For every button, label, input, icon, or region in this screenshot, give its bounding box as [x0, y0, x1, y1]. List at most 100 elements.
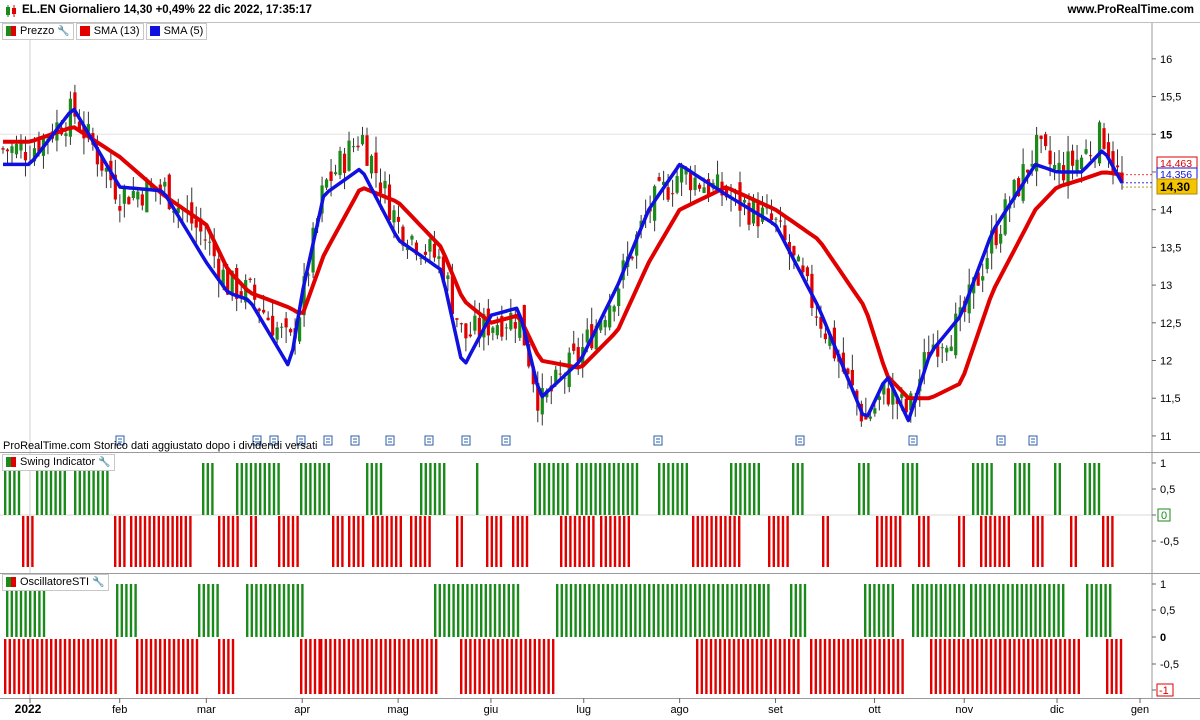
swing-bar-up — [1097, 463, 1101, 515]
sti-bar-up — [939, 584, 942, 637]
sti-bar-down — [510, 639, 513, 694]
swing-bar-up — [547, 463, 551, 515]
swing-bar-down — [525, 516, 529, 567]
candle-body — [778, 220, 783, 222]
legend-prezzo[interactable]: Prezzo 🔧 — [2, 22, 74, 40]
swing-bar-up — [1023, 463, 1026, 515]
event-icon — [424, 435, 434, 446]
swing-bar-down — [583, 516, 586, 567]
sti-bar-up — [273, 584, 276, 637]
swing-bar-down — [361, 516, 365, 567]
sti-bar-down — [966, 639, 970, 694]
swing-bar-up — [685, 463, 688, 515]
swing-bar-down — [123, 516, 126, 567]
swing-bar-down — [724, 516, 727, 567]
candle-body — [513, 322, 517, 329]
sti-bar-down — [783, 639, 786, 694]
swing-bar-up — [87, 463, 91, 515]
swing-bar-down — [899, 516, 902, 567]
swing-bar-up — [622, 463, 625, 515]
sti-legend: OscillatoreSTI 🔧 — [2, 573, 111, 591]
sti-bar-up — [930, 584, 933, 637]
sti-bar-down — [828, 639, 831, 694]
sti-bar-up — [198, 584, 201, 637]
sti-bar-up — [452, 584, 455, 637]
swing-bar-down — [381, 516, 384, 567]
sti-bar-down — [751, 639, 754, 694]
candle-body — [275, 327, 279, 340]
sti-bar-up — [958, 584, 961, 637]
sti-bar-up — [1090, 584, 1093, 637]
data-footnote: ProRealTime.com Storico dati aggiustato … — [3, 440, 318, 452]
sti-bar-up — [726, 584, 729, 637]
candle-body — [145, 180, 149, 213]
wrench-icon[interactable]: 🔧 — [57, 26, 69, 37]
candle-body — [603, 320, 607, 328]
legend-sti[interactable]: OscillatoreSTI 🔧 — [2, 573, 109, 591]
candle-body — [1115, 165, 1120, 168]
date-axis[interactable]: 2022 feb mar apr mag giu lug ago set ott nov dic gen — [15, 698, 1150, 716]
sti-bar-up — [993, 584, 996, 637]
swing-bar-up — [17, 463, 21, 515]
sti-bar-down — [1077, 639, 1080, 694]
swing-bar-up — [1084, 463, 1087, 515]
swing-bar-up — [268, 463, 271, 515]
swing-bar-down — [777, 516, 780, 567]
swing-bar-up — [676, 463, 679, 515]
sti-bar-down — [435, 639, 438, 694]
swing-bar-up — [589, 463, 593, 515]
swing-bar-up — [304, 463, 307, 515]
sti-bar-up — [979, 584, 982, 637]
price-axis[interactable]: 1615,51514,51413,51312,51211,511 — [1152, 54, 1181, 443]
swing-bar-down — [456, 516, 459, 567]
wrench-icon[interactable]: 🔧 — [98, 457, 110, 468]
sti-bar-down — [999, 639, 1002, 694]
candle-body — [383, 180, 387, 189]
sti-bar-up — [574, 584, 577, 637]
candle-body — [459, 323, 463, 325]
candle-body — [774, 218, 778, 220]
legend-sma5[interactable]: SMA (5) — [145, 22, 208, 40]
sti-bar-up — [569, 584, 573, 637]
swing-bar-down — [1003, 516, 1006, 567]
swing-bar-up — [599, 463, 602, 515]
swing-bar-down — [1111, 516, 1114, 567]
sti-bar-down — [227, 639, 230, 694]
wrench-icon[interactable]: 🔧 — [92, 577, 104, 588]
sti-bar-up — [962, 584, 965, 637]
swing-axis[interactable]: 1 0,5 0 -0,5 — [1152, 458, 1179, 548]
sti-bar-down — [82, 639, 85, 694]
swing-bar-up — [438, 463, 441, 515]
sti-bar-down — [496, 639, 500, 694]
candle-body — [814, 316, 819, 318]
legend-sma13[interactable]: SMA (13) — [75, 22, 144, 40]
swing-bar-down — [495, 516, 498, 567]
sti-bar-down — [755, 639, 759, 694]
event-icon — [653, 435, 663, 446]
swing-bar-up — [59, 463, 62, 515]
swing-bar-down — [460, 516, 463, 567]
sti-bar-up — [592, 584, 596, 637]
sti-bar-up — [116, 584, 119, 637]
sti-bar-down — [375, 639, 378, 694]
swing-swatch-icon — [6, 457, 16, 467]
sti-bar-up — [287, 584, 290, 637]
sti-bar-up — [1006, 584, 1010, 637]
legend-swing[interactable]: Swing Indicator 🔧 — [2, 453, 115, 471]
swing-bar-up — [734, 463, 737, 515]
swing-bar-up — [757, 463, 760, 515]
main-legend: Prezzo 🔧 SMA (13) SMA (5) — [2, 22, 209, 40]
sti-bar-up — [1109, 584, 1112, 637]
sti-bar-up — [512, 584, 515, 637]
chart-canvas[interactable]: 1615,51514,51413,51312,51211,511 10,50-0… — [0, 0, 1200, 720]
swing-bar-up — [236, 463, 239, 515]
sti-axis[interactable]: 1 0,5 0 -0,5 -1 — [1152, 579, 1179, 697]
swing-bar-up — [13, 463, 16, 515]
swing-bar-up — [8, 463, 11, 515]
candle-body — [257, 308, 261, 311]
swing-bar-up — [202, 463, 205, 515]
panel-frames — [0, 22, 1200, 699]
sti-bar-up — [1039, 584, 1042, 637]
legend-sma13-label: SMA (13) — [93, 25, 140, 37]
sti-bar-down — [769, 639, 772, 694]
